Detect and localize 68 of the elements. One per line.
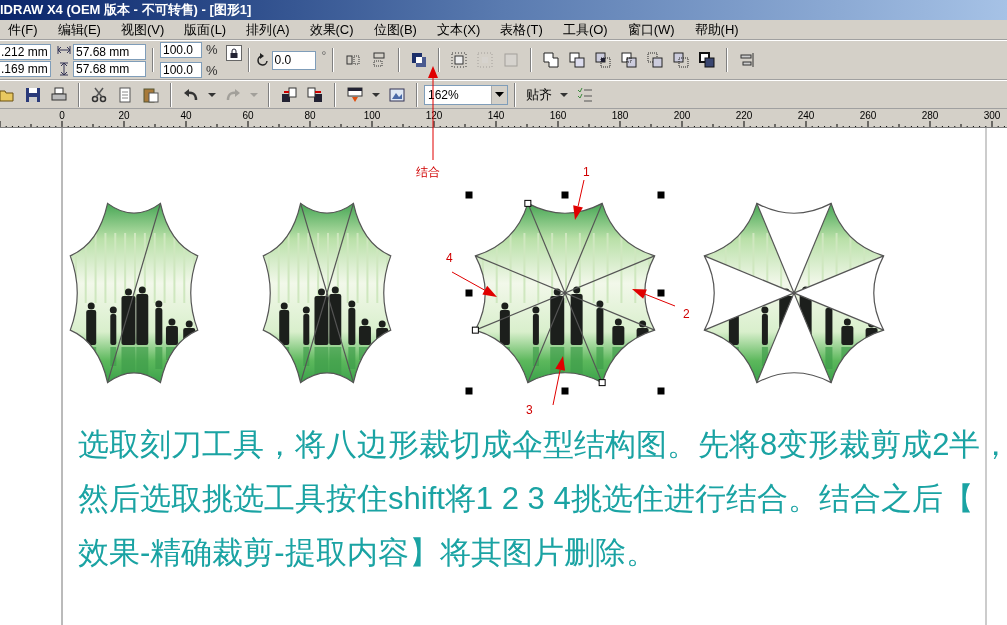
selection-handle[interactable] (465, 191, 473, 199)
menu-item[interactable]: 版面(L) (174, 19, 237, 40)
ruler-label: 20 (118, 110, 130, 121)
ruler-label: 180 (611, 110, 629, 121)
node-handle[interactable] (598, 379, 606, 387)
ruler-label: 100 (363, 110, 381, 121)
node-handle[interactable] (524, 199, 532, 207)
ruler-label: 120 (425, 110, 443, 121)
menu-item[interactable]: 效果(C) (299, 19, 364, 40)
y-position-field[interactable]: .169 mm (0, 60, 51, 77)
caret-icon (491, 85, 507, 104)
ruler-label: 60 (242, 110, 254, 121)
ruler-label: 80 (304, 110, 316, 121)
instruction-text: 效果-精确裁剪-提取内容】将其图片删除。 (78, 534, 658, 572)
node-handle[interactable] (471, 326, 479, 334)
menu-item[interactable]: 位图(B) (363, 19, 427, 40)
annotation-arrow (632, 289, 676, 307)
scale-x-field[interactable]: 100.0 (160, 41, 202, 58)
ruler-label: 140 (487, 110, 505, 121)
height-field[interactable]: 57.68 mm (73, 60, 146, 77)
rotate-icon (255, 53, 270, 67)
selection-handle[interactable] (657, 387, 665, 395)
callout-label: 3 (526, 404, 533, 416)
ruler-label: 0 (59, 110, 65, 121)
selection-handle[interactable] (465, 289, 473, 297)
selection-handle[interactable] (465, 387, 473, 395)
ruler-label: 260 (859, 110, 877, 121)
selection-handle[interactable] (657, 191, 665, 199)
menu-item[interactable]: 帮助(H) (684, 19, 749, 40)
selection-handle[interactable] (561, 191, 569, 199)
callout-label: 4 (446, 252, 453, 264)
snap-button[interactable]: 贴齐 (522, 84, 556, 105)
menu-item[interactable]: 表格(T) (490, 19, 553, 40)
degree-sign: ° (321, 48, 327, 65)
instruction-text: 然后选取挑选工具按住shift将1 2 3 4挑选住进行结合。结合之后【 (78, 480, 975, 518)
vertical-arrows-icon (57, 61, 71, 76)
ruler-label: 240 (797, 110, 815, 121)
annotation-arrow (573, 179, 585, 220)
scale-y-field[interactable]: 100.0 (160, 62, 202, 79)
rotation-field[interactable]: 0.0 (271, 50, 316, 70)
annotation-arrow (451, 271, 497, 297)
annotation-arrow (552, 356, 566, 406)
menu-item[interactable]: 文本(X) (426, 19, 491, 40)
ruler-label: 280 (921, 110, 939, 121)
x-position-field[interactable]: .212 mm (0, 43, 51, 60)
menu-item[interactable]: 视图(V) (110, 19, 175, 40)
callout-label: 2 (683, 308, 690, 320)
window-title: lDRAW X4 (OEM 版本 - 不可转售) - [图形1] (0, 1, 252, 20)
menu-item[interactable]: 窗口(W) (617, 19, 685, 40)
percent-sign: % (206, 41, 218, 59)
callout-label: 结合 (416, 166, 440, 178)
percent-sign: % (206, 61, 218, 80)
callout-label: 1 (583, 166, 590, 178)
ruler-label: 220 (735, 110, 753, 121)
ruler-label: 40 (180, 110, 192, 121)
selection-handle[interactable] (657, 289, 665, 297)
ruler-label: 200 (673, 110, 691, 121)
zoom-dropdown[interactable]: 162% (424, 84, 508, 105)
menu-item[interactable]: 排列(A) (236, 19, 300, 40)
menu-item[interactable]: 编辑(E) (47, 19, 111, 40)
ruler-label: 160 (549, 110, 567, 121)
menu-item[interactable]: 件(F) (0, 19, 48, 40)
lock-icon[interactable] (225, 45, 242, 61)
selection-handle[interactable] (561, 387, 569, 395)
instruction-text: 选取刻刀工具，将八边形裁切成伞型结构图。先将8变形裁剪成2半， (78, 426, 1007, 464)
ruler-label: 300 (983, 110, 1001, 121)
menu-item[interactable]: 工具(O) (552, 19, 618, 40)
width-field[interactable]: 57.68 mm (73, 43, 146, 60)
